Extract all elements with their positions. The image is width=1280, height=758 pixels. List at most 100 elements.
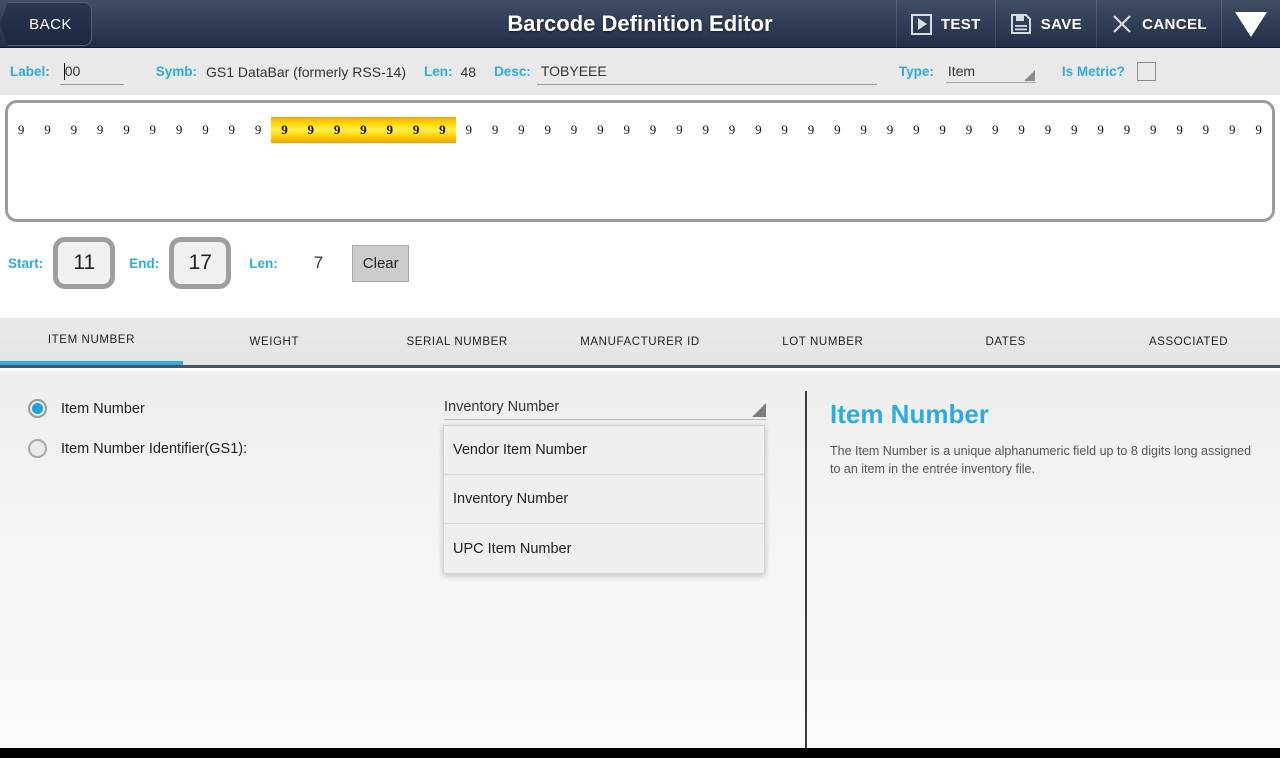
barcode-char[interactable]: 9 — [297, 117, 324, 143]
tab-label: MANUFACTURER ID — [580, 335, 700, 348]
barcode-char[interactable]: 9 — [587, 117, 613, 143]
dropdown-option[interactable]: UPC Item Number — [444, 524, 764, 573]
tab-weight[interactable]: WEIGHT — [183, 318, 366, 365]
barcode-char[interactable]: 9 — [8, 117, 34, 143]
tab-label: DATES — [985, 335, 1026, 348]
barcode-char[interactable]: 9 — [640, 117, 666, 143]
barcode-char[interactable]: 9 — [772, 117, 798, 143]
barcode-char[interactable]: 9 — [166, 117, 192, 143]
barcode-char[interactable]: 9 — [429, 117, 456, 143]
end-input-value: 17 — [188, 251, 212, 274]
barcode-char[interactable]: 9 — [903, 117, 929, 143]
label-input[interactable]: 00 — [59, 59, 124, 85]
barcode-char[interactable]: 9 — [929, 117, 955, 143]
triangle-down-icon[interactable] — [1221, 0, 1280, 48]
description-input-value: TOBYEEE — [540, 63, 607, 79]
dropdown-option[interactable]: Inventory Number — [444, 475, 764, 524]
barcode-char[interactable]: 9 — [87, 117, 113, 143]
barcode-char[interactable]: 9 — [1087, 117, 1113, 143]
barcode-char[interactable]: 9 — [693, 117, 719, 143]
test-button[interactable]: TEST — [895, 0, 995, 48]
barcode-char[interactable]: 9 — [350, 117, 377, 143]
range-length-label: Len: — [249, 255, 278, 271]
item-number-source-dropdown[interactable]: Vendor Item Number Inventory Number UPC It… — [443, 425, 765, 574]
radio-icon[interactable] — [28, 439, 47, 458]
barcode-char[interactable]: 9 — [219, 117, 245, 143]
app-header: Barcode Definition Editor BACK TEST SAVE — [0, 0, 1280, 48]
barcode-char[interactable]: 9 — [140, 117, 166, 143]
save-icon — [1010, 13, 1032, 35]
barcode-char[interactable]: 9 — [192, 117, 218, 143]
radio-icon[interactable] — [28, 399, 47, 418]
barcode-char[interactable]: 9 — [798, 117, 824, 143]
barcode-char[interactable]: 9 — [1008, 117, 1034, 143]
tab-dates[interactable]: DATES — [914, 318, 1097, 365]
start-label: Start: — [8, 255, 44, 271]
barcode-char[interactable]: 9 — [614, 117, 640, 143]
barcode-char[interactable]: 9 — [271, 117, 298, 143]
barcode-char[interactable]: 9 — [824, 117, 850, 143]
start-input[interactable]: 11 — [53, 237, 116, 289]
description-input[interactable]: TOBYEEE — [536, 59, 877, 85]
barcode-char[interactable]: 9 — [376, 117, 403, 143]
type-label: Type: — [898, 64, 934, 79]
barcode-char[interactable]: 9 — [956, 117, 982, 143]
clear-button-label: Clear — [362, 254, 399, 272]
barcode-char[interactable]: 9 — [1035, 117, 1061, 143]
barcode-char[interactable]: 9 — [456, 117, 482, 143]
barcode-char[interactable]: 9 — [1061, 117, 1087, 143]
barcode-char[interactable]: 9 — [113, 117, 139, 143]
barcode-char[interactable]: 9 — [1114, 117, 1140, 143]
end-input[interactable]: 17 — [169, 237, 232, 289]
barcode-char[interactable]: 9 — [745, 117, 771, 143]
barcode-char[interactable]: 9 — [1219, 117, 1245, 143]
section-tabs: ITEM NUMBER WEIGHT SERIAL NUMBER MANUFACTUR… — [0, 318, 1280, 368]
cancel-button[interactable]: CANCEL — [1096, 0, 1221, 48]
symbology-value: GS1 DataBar (formerly RSS-14) — [206, 63, 406, 80]
clear-button[interactable]: Clear — [352, 244, 410, 282]
type-spinner[interactable]: Item — [945, 61, 1036, 83]
tab-associated[interactable]: ASSOCIATED — [1097, 318, 1280, 365]
save-button[interactable]: SAVE — [994, 0, 1096, 48]
barcode-char[interactable]: 9 — [323, 117, 351, 143]
range-selection-row: Start: 11 End: 17 Len: 7 Clear — [0, 232, 1280, 294]
type-spinner-value: Item — [947, 62, 976, 79]
barcode-char[interactable]: 9 — [535, 117, 561, 143]
barcode-char[interactable]: 9 — [482, 117, 508, 143]
tab-serial-number[interactable]: SERIAL NUMBER — [366, 318, 549, 365]
barcode-char[interactable]: 9 — [666, 117, 692, 143]
tab-lot-number[interactable]: LOT NUMBER — [731, 318, 914, 365]
length-label: Len: — [423, 64, 453, 79]
radio-label: Item Number Identifier(GS1): — [61, 440, 248, 457]
radio-option[interactable]: Item Number — [28, 399, 247, 418]
bottom-bar — [0, 748, 1280, 758]
barcode-character-row: 9999999999999999999999999999999999999999… — [8, 117, 1272, 143]
tab-manufacturer-id[interactable]: MANUFACTURER ID — [549, 318, 732, 365]
radio-option[interactable]: Item Number Identifier(GS1): — [28, 439, 247, 458]
barcode-char[interactable]: 9 — [561, 117, 587, 143]
barcode-char[interactable]: 9 — [34, 117, 60, 143]
info-panel: Item Number The Item Number is a unique … — [830, 399, 1260, 479]
barcode-char[interactable]: 9 — [1245, 117, 1271, 143]
barcode-char[interactable]: 9 — [851, 117, 877, 143]
barcode-data-box[interactable]: 9999999999999999999999999999999999999999… — [5, 100, 1275, 222]
tab-item-number[interactable]: ITEM NUMBER — [0, 318, 183, 365]
item-number-source-spinner[interactable]: Inventory Number — [444, 399, 766, 420]
barcode-char[interactable]: 9 — [982, 117, 1008, 143]
barcode-char[interactable]: 9 — [877, 117, 903, 143]
info-panel-description: The Item Number is a unique alphanumeric… — [830, 444, 1252, 476]
barcode-char[interactable]: 9 — [1166, 117, 1192, 143]
back-button[interactable]: BACK — [0, 2, 92, 46]
dropdown-option[interactable]: Vendor Item Number — [444, 426, 764, 475]
barcode-char[interactable]: 9 — [61, 117, 87, 143]
barcode-char[interactable]: 9 — [719, 117, 745, 143]
barcode-char[interactable]: 9 — [402, 117, 430, 143]
barcode-char[interactable]: 9 — [1140, 117, 1166, 143]
start-input-value: 11 — [73, 251, 96, 274]
barcode-char[interactable]: 9 — [1193, 117, 1219, 143]
barcode-char[interactable]: 9 — [508, 117, 534, 143]
play-icon — [910, 13, 932, 35]
symbology-label: Symb: — [155, 64, 198, 79]
barcode-char[interactable]: 9 — [245, 117, 271, 143]
is-metric-checkbox[interactable] — [1136, 62, 1156, 81]
